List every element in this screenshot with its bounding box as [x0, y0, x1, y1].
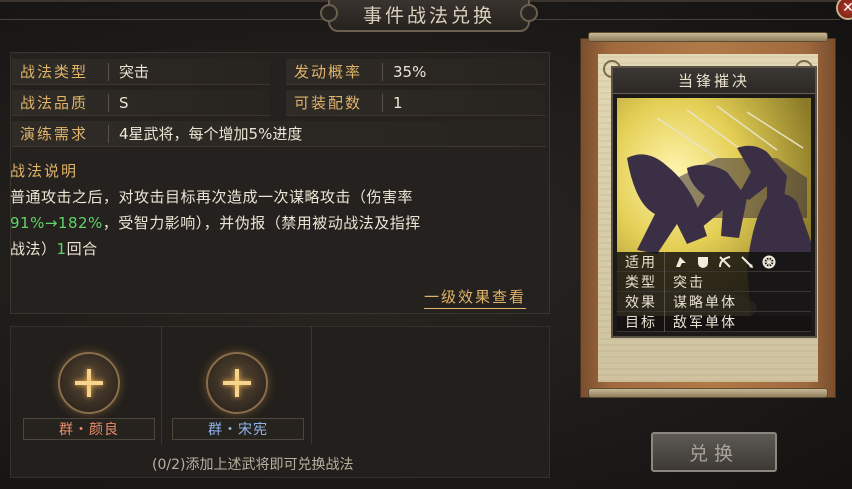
- description-line-2: 91%→182%，受智力影响），并伪报（禁用被动战法及指挥: [10, 210, 538, 236]
- wheel-icon: [761, 254, 777, 270]
- equip-count-row: 可装配数 1: [286, 90, 546, 116]
- card-effect-row: 效果 谋略单体: [617, 291, 811, 312]
- exchange-button[interactable]: 兑换: [651, 432, 777, 472]
- slot-2-general-name: 群・宋宪: [208, 422, 268, 438]
- description-text: 普通攻击之后，对攻击目标再次造成一次谋略攻击（伤害率 91%→182%，受智力影…: [10, 184, 538, 262]
- card-target-value: 敌军单体: [673, 314, 737, 331]
- exchange-hint: (0/2)添加上述武将即可兑换战法: [152, 457, 354, 473]
- card-kind-label: 类型: [617, 271, 665, 292]
- card-apply-label: 适用: [617, 251, 665, 272]
- row-separator: [108, 62, 109, 81]
- add-general-slot-2[interactable]: [206, 352, 268, 414]
- equip-count-label: 可装配数: [294, 94, 363, 112]
- train-requirement-row: 演练需求 4星武将，每个增加5%进度: [12, 121, 546, 147]
- card-kind-row: 类型 突击: [617, 271, 811, 292]
- bow-icon: [717, 254, 733, 270]
- card-kind-value: 突击: [673, 274, 705, 291]
- title-divider-left: [0, 19, 328, 20]
- slot-divider: [311, 326, 312, 444]
- card-effect-label: 效果: [617, 291, 665, 312]
- description-line-3: 战法）1回合: [10, 236, 538, 262]
- description-line-2-text: ，受智力影响），并伪报（禁用被动战法及指挥: [102, 214, 421, 232]
- card-target-row: 目标 敌军单体: [617, 311, 811, 332]
- scroll-rod-top: [588, 32, 828, 42]
- plus-icon: [75, 369, 103, 397]
- trigger-rate-value: 35%: [393, 62, 427, 81]
- slot-1-general-name: 群・颜良: [59, 422, 119, 438]
- add-general-slot-1[interactable]: [58, 352, 120, 414]
- equip-count-value: 1: [393, 93, 403, 112]
- dialog-title: 事件战法兑换: [362, 4, 495, 27]
- description-title: 战法说明: [10, 162, 79, 180]
- dialog-frame: 事件战法兑换 ✕ 战法类型 突击 发动概率 35% 战法品质 S 可装配数 1 …: [0, 0, 852, 489]
- trigger-rate-row: 发动概率 35%: [286, 59, 546, 85]
- level-one-effect-link[interactable]: 一级效果查看: [424, 286, 527, 309]
- slot-1-general-tag: 群・颜良: [23, 418, 155, 440]
- row-separator: [108, 93, 109, 112]
- row-separator: [108, 124, 109, 143]
- damage-rate-value: 91%→182%: [10, 214, 103, 232]
- card-target-label: 目标: [617, 311, 665, 332]
- tactic-card: 当锋摧决 适用 类型 突击 效果 谋略单体 目标 敌军单体: [611, 66, 817, 338]
- row-separator: [382, 62, 383, 81]
- shield-icon: [695, 254, 711, 270]
- tactic-quality-label: 战法品质: [20, 94, 89, 112]
- tactic-type-label: 战法类型: [20, 63, 89, 81]
- slot-2-general-tag: 群・宋宪: [172, 418, 304, 440]
- spear-icon: [739, 254, 755, 270]
- applicable-unit-icons: [665, 254, 777, 270]
- train-requirement-value: 4星武将，每个增加5%进度: [119, 125, 303, 143]
- title-plate: 事件战法兑换: [320, 0, 538, 32]
- trigger-rate-label: 发动概率: [294, 63, 363, 81]
- plus-icon: [223, 369, 251, 397]
- description-line-1: 普通攻击之后，对攻击目标再次造成一次谋略攻击（伤害率: [10, 188, 414, 206]
- tactic-quality-row: 战法品质 S: [12, 90, 270, 116]
- tactic-quality-value: S: [119, 93, 129, 112]
- slot-divider: [161, 326, 162, 444]
- title-divider-right: [530, 19, 840, 20]
- card-apply-row: 适用: [617, 251, 811, 272]
- description-line-3-text: 战法）: [10, 240, 57, 258]
- duration-value: 1: [56, 240, 67, 258]
- cavalry-icon: [673, 254, 689, 270]
- tactic-type-row: 战法类型 突击: [12, 59, 270, 85]
- card-effect-value: 谋略单体: [673, 294, 737, 311]
- scroll-rod-bottom: [588, 388, 828, 398]
- train-requirement-label: 演练需求: [20, 125, 89, 143]
- row-separator: [382, 93, 383, 112]
- tactic-card-meta: 适用 类型 突击 效果 谋略单体 目标 敌军单体: [617, 251, 811, 332]
- duration-unit: 回合: [66, 240, 98, 258]
- tactic-type-value: 突击: [119, 63, 150, 81]
- close-button[interactable]: ✕: [836, 0, 852, 20]
- tactic-card-title: 当锋摧决: [613, 68, 815, 94]
